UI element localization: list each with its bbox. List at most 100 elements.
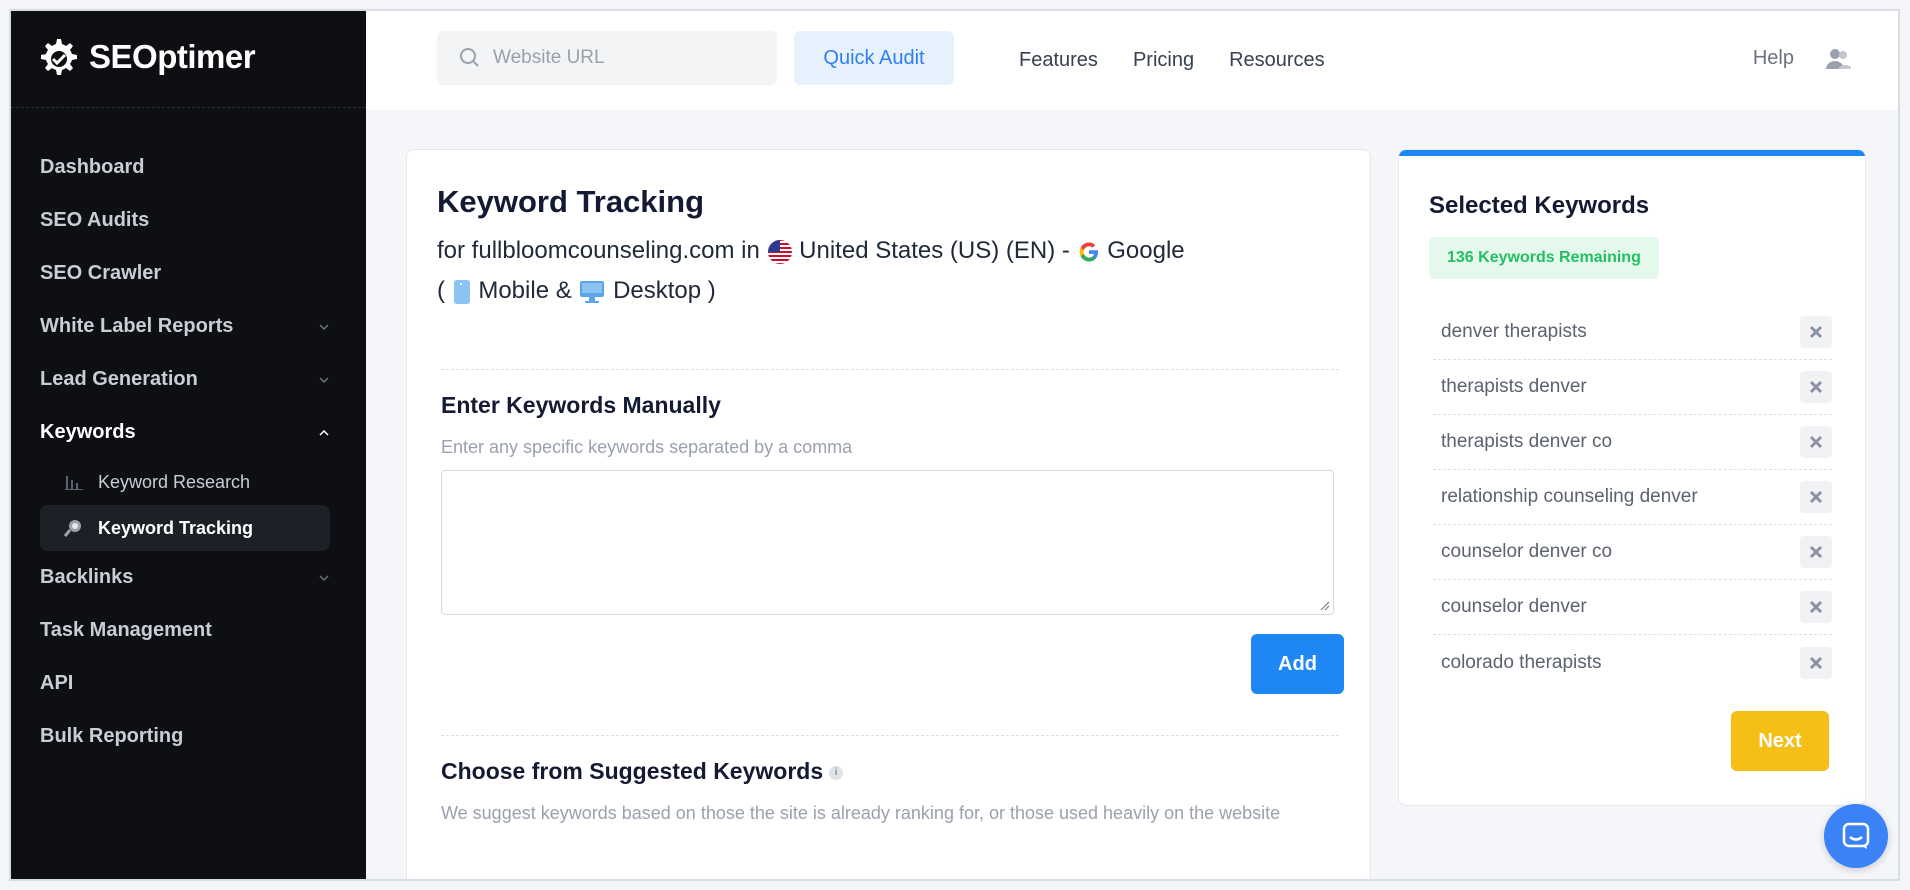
resize-handle-icon[interactable] xyxy=(1318,599,1330,611)
sidebar-item-label: Dashboard xyxy=(40,156,145,178)
chat-icon xyxy=(1842,822,1870,849)
sidebar-item-label: Bulk Reporting xyxy=(40,725,184,747)
nav-link-features[interactable]: Features xyxy=(1019,49,1098,72)
keywords-remaining-badge: 136 Keywords Remaining xyxy=(1429,237,1659,279)
nav-link-pricing[interactable]: Pricing xyxy=(1133,49,1194,72)
sidebar-subitem-keyword-research[interactable]: Keyword Research xyxy=(40,459,330,505)
tracking-context: for fullbloomcounseling.com in United St… xyxy=(437,231,1337,311)
keyword-text: therapists denver xyxy=(1441,376,1587,397)
sidebar-item-seo-crawler[interactable]: SEO Crawler xyxy=(40,247,330,300)
suggested-heading-text: Choose from Suggested Keywords xyxy=(441,758,824,784)
desktop-text: Desktop xyxy=(613,277,702,304)
sidebar-item-bulk-reporting[interactable]: Bulk Reporting xyxy=(40,710,330,763)
info-icon[interactable]: i xyxy=(829,765,844,780)
top-nav-links: Features Pricing Resources xyxy=(1019,11,1325,110)
remove-keyword-button[interactable] xyxy=(1800,646,1832,679)
website-url-input[interactable] xyxy=(493,47,753,69)
remove-keyword-button[interactable] xyxy=(1800,591,1832,623)
list-item: counselor denver co xyxy=(1433,525,1832,580)
remove-keyword-button[interactable] xyxy=(1800,316,1832,348)
gear-logo-icon xyxy=(41,39,77,75)
quick-audit-button[interactable]: Quick Audit xyxy=(794,31,954,85)
next-button[interactable]: Next xyxy=(1731,711,1829,771)
selected-keywords-title: Selected Keywords xyxy=(1429,192,1650,219)
app-frame: SEOptimer Dashboard SEO Audits SEO Crawl… xyxy=(9,9,1900,881)
close-icon xyxy=(1809,435,1823,449)
selected-keywords-list: denver therapists therapists denver ther… xyxy=(1433,305,1832,690)
suggested-heading: Choose from Suggested Keywords i xyxy=(441,758,844,785)
card-accent-bar xyxy=(1399,150,1865,156)
us-flag-icon xyxy=(767,239,792,264)
manual-heading: Enter Keywords Manually xyxy=(441,392,721,418)
sidebar-item-api[interactable]: API xyxy=(40,657,330,710)
keyword-text: therapists denver co xyxy=(1441,431,1613,452)
sidebar-subitem-keyword-tracking[interactable]: Keyword Tracking xyxy=(40,505,330,551)
sidebar-item-task-management[interactable]: Task Management xyxy=(40,604,330,657)
sidebar: SEOptimer Dashboard SEO Audits SEO Crawl… xyxy=(11,11,366,879)
chevron-down-icon xyxy=(319,574,329,581)
nav-link-resources[interactable]: Resources xyxy=(1229,49,1325,72)
search-box[interactable] xyxy=(437,31,777,85)
paren-open: ( xyxy=(437,277,445,304)
keyword-tracking-card: Keyword Tracking for fullbloomcounseling… xyxy=(406,149,1371,879)
sidebar-subitem-label: Keyword Tracking xyxy=(98,517,254,538)
suggested-hint: We suggest keywords based on those the s… xyxy=(441,803,1281,823)
engine-text: Google xyxy=(1107,237,1185,264)
logo[interactable]: SEOptimer xyxy=(33,33,256,81)
sidebar-item-lead-generation[interactable]: Lead Generation xyxy=(40,353,330,406)
paren-close: ) xyxy=(707,277,716,304)
bar-chart-icon xyxy=(64,472,84,492)
keywords-textarea[interactable] xyxy=(441,470,1334,615)
close-icon xyxy=(1809,545,1823,559)
sidebar-divider xyxy=(11,107,366,108)
sidebar-item-label: Backlinks xyxy=(40,566,134,588)
chevron-down-icon xyxy=(319,323,329,330)
sidebar-item-seo-audits[interactable]: SEO Audits xyxy=(40,194,330,247)
add-button[interactable]: Add xyxy=(1251,634,1344,694)
remove-keyword-button[interactable] xyxy=(1800,426,1832,458)
sidebar-subitem-label: Keyword Research xyxy=(98,471,251,492)
close-icon xyxy=(1809,325,1823,339)
keyword-text: relationship counseling denver xyxy=(1441,486,1698,507)
brand-name: SEOptimer xyxy=(89,38,256,75)
chevron-up-icon xyxy=(319,429,329,436)
remove-keyword-button[interactable] xyxy=(1800,371,1832,403)
search-icon xyxy=(460,48,479,67)
selected-keywords-card: Selected Keywords 136 Keywords Remaining… xyxy=(1398,149,1866,806)
keyword-text: denver therapists xyxy=(1441,321,1587,342)
sidebar-nav: Dashboard SEO Audits SEO Crawler White L… xyxy=(40,141,330,763)
sidebar-item-white-label-reports[interactable]: White Label Reports xyxy=(40,300,330,353)
list-item: colorado therapists xyxy=(1433,635,1832,690)
close-icon xyxy=(1809,380,1823,394)
section-divider xyxy=(441,369,1339,370)
close-icon xyxy=(1809,600,1823,614)
google-icon xyxy=(1079,242,1098,262)
chat-launcher-button[interactable] xyxy=(1824,804,1888,868)
keyword-text: counselor denver co xyxy=(1441,541,1613,562)
keyword-text: counselor denver xyxy=(1441,596,1587,617)
list-item: relationship counseling denver xyxy=(1433,470,1832,525)
sidebar-item-label: SEO Crawler xyxy=(40,262,162,284)
sidebar-item-label: Task Management xyxy=(40,619,212,641)
sidebar-item-backlinks[interactable]: Backlinks xyxy=(40,551,330,604)
section-divider xyxy=(441,735,1339,736)
magnifier-tracking-icon xyxy=(64,518,84,538)
remove-keyword-button[interactable] xyxy=(1800,481,1832,513)
top-bar: Quick Audit Features Pricing Resources H… xyxy=(366,11,1898,110)
sidebar-item-keywords[interactable]: Keywords xyxy=(40,406,330,459)
user-account-icon[interactable] xyxy=(1824,45,1852,73)
list-item: denver therapists xyxy=(1433,305,1832,360)
list-item: therapists denver xyxy=(1433,360,1832,415)
sidebar-item-label: Keywords xyxy=(40,421,136,443)
list-item: counselor denver xyxy=(1433,580,1832,635)
sidebar-item-dashboard[interactable]: Dashboard xyxy=(40,141,330,194)
sidebar-item-label: Lead Generation xyxy=(40,368,198,390)
help-link[interactable]: Help xyxy=(1753,47,1794,70)
site-text: for fullbloomcounseling.com in xyxy=(437,237,760,264)
close-icon xyxy=(1809,656,1823,669)
remove-keyword-button[interactable] xyxy=(1800,536,1832,568)
keyword-text: colorado therapists xyxy=(1441,651,1602,673)
chevron-down-icon xyxy=(319,376,329,383)
sidebar-item-label: API xyxy=(40,672,74,694)
amp-text: & xyxy=(555,277,572,304)
